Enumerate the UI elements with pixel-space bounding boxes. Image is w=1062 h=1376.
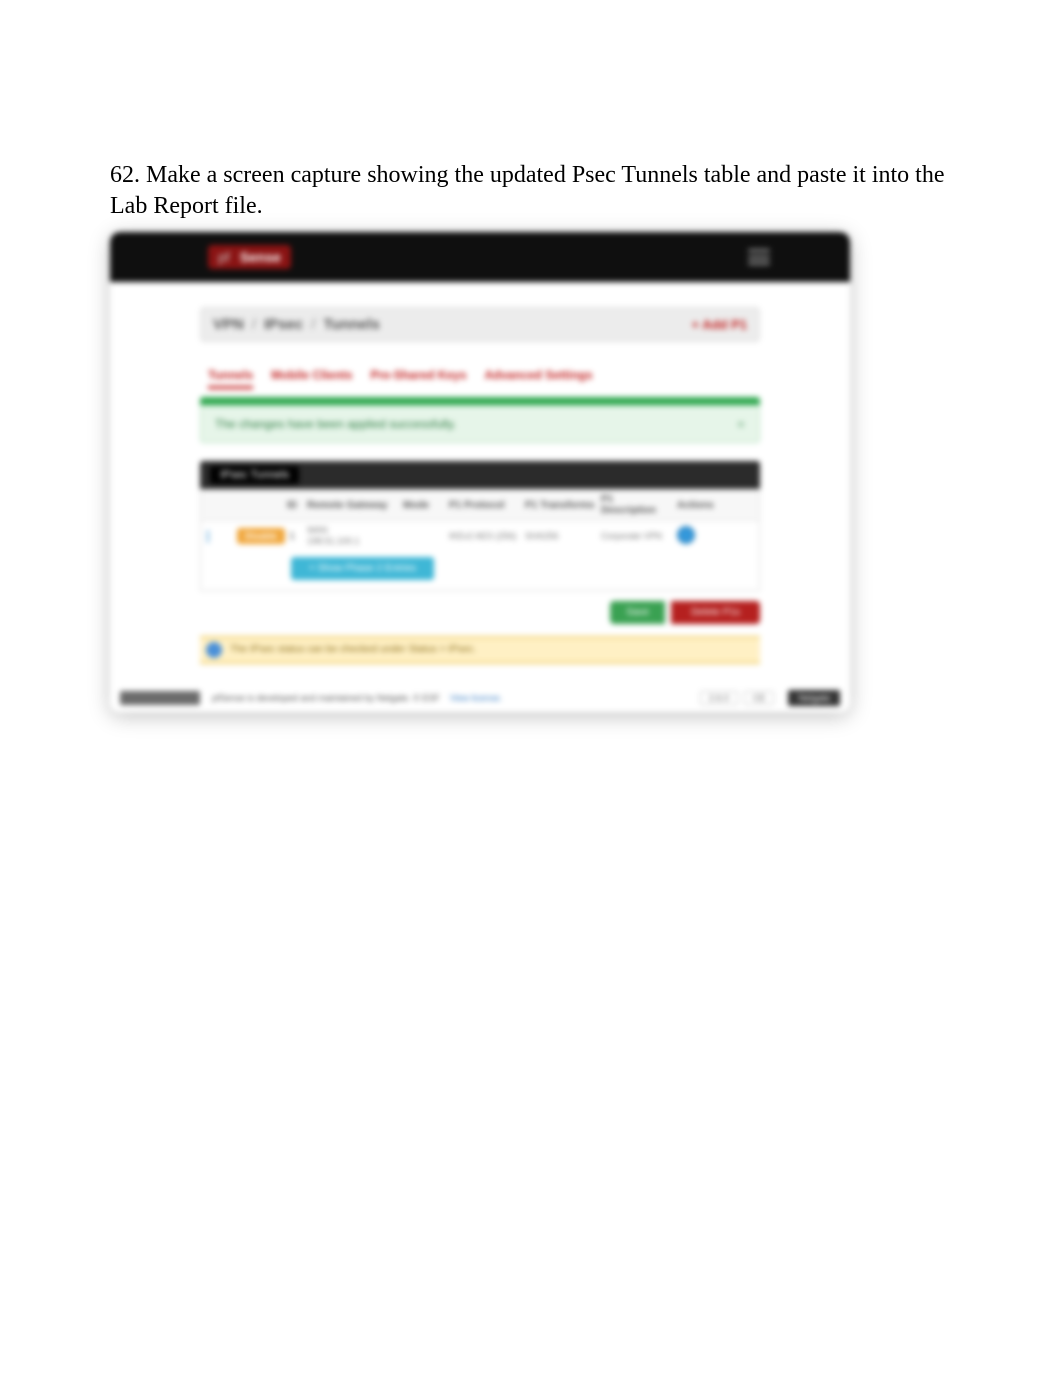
save-button[interactable]: Save <box>610 601 665 624</box>
add-p1-button[interactable]: + Add P1 <box>691 317 747 332</box>
row-checkbox[interactable] <box>207 530 209 543</box>
edition-badge: CE <box>744 691 775 705</box>
crumb-vpn[interactable]: VPN <box>213 316 244 333</box>
show-phase2-button[interactable]: + Show Phase 2 Entries <box>291 557 434 580</box>
info-strip: The IPsec status can be checked under St… <box>200 636 760 664</box>
tab-row: Tunnels Mobile Clients Pre-Shared Keys A… <box>200 368 760 393</box>
tab-advanced[interactable]: Advanced Settings <box>485 368 593 389</box>
ipsec-tunnels-table: ID Remote Gateway Mode P1 Protocol P1 Tr… <box>200 489 760 591</box>
netgate-badge: Netgate <box>788 690 840 706</box>
crumb-ipsec[interactable]: IPsec <box>264 316 303 333</box>
footer: pfSense is developed and maintained by N… <box>110 690 850 706</box>
logo: pf Sense <box>208 245 291 269</box>
tab-preshared-keys[interactable]: Pre-Shared Keys <box>370 368 466 389</box>
section-header: IPsec Tunnels <box>200 461 760 489</box>
success-bar <box>200 397 760 405</box>
breadcrumb: VPN / IPsec / Tunnels + Add P1 <box>200 307 760 342</box>
delete-button[interactable]: Delete P1s <box>671 601 760 624</box>
crumb-tunnels[interactable]: Tunnels <box>323 316 379 333</box>
tab-tunnels[interactable]: Tunnels <box>208 368 253 389</box>
license-link[interactable]: View license. <box>450 693 502 703</box>
instruction-text: 62. Make a screen capture showing the up… <box>110 160 952 222</box>
status-dot-icon[interactable] <box>677 526 695 544</box>
info-icon <box>206 642 222 658</box>
table-row: Disable 1 WAN 198.51.100.1 IKEv2 AES (25… <box>201 521 759 551</box>
table-header-row: ID Remote Gateway Mode P1 Protocol P1 Tr… <box>201 490 759 521</box>
hamburger-icon[interactable] <box>748 249 770 265</box>
disable-chip[interactable]: Disable <box>237 528 285 544</box>
close-icon[interactable]: × <box>737 416 745 432</box>
tab-mobile-clients[interactable]: Mobile Clients <box>271 368 352 389</box>
success-message: The changes have been applied successful… <box>200 405 760 443</box>
top-nav: pf Sense <box>110 232 850 282</box>
footer-block <box>120 691 200 705</box>
screenshot-pfsense: pf Sense VPN / IPsec / Tunnels + Add P1 … <box>110 232 850 712</box>
action-row: Save Delete P1s <box>200 601 760 624</box>
version-badge: 2.6.0 <box>700 691 738 705</box>
